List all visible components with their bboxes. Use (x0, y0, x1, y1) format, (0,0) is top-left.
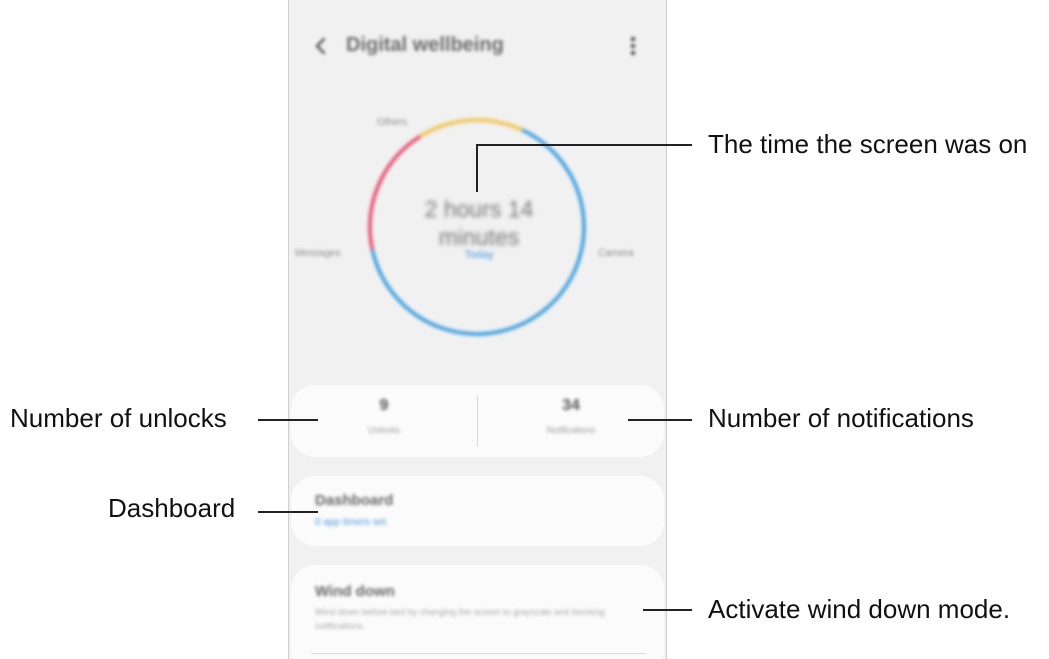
notifications-label: Notifications (546, 425, 596, 435)
messages-label: Messages (295, 248, 341, 259)
more-options-button[interactable] (621, 34, 645, 58)
stats-card: 9 Unlocks 34 Notifications (291, 385, 664, 457)
callout-wind-down: Activate wind down mode. (708, 594, 1011, 624)
dashboard-card[interactable]: Dashboard 0 app timers set (291, 476, 664, 546)
callout-line-unlocks (258, 419, 318, 421)
wind-down-card[interactable]: Wind down Wind down before bed by changi… (291, 565, 664, 659)
dashboard-title: Dashboard (315, 492, 394, 509)
callout-dashboard: Dashboard (108, 493, 236, 523)
screen-time-value: 2 hours 14 minutes (424, 196, 534, 250)
unlocks-count: 9 (379, 397, 389, 414)
callout-notifications: Number of notifications (708, 403, 974, 433)
callout-line-screen-time-h (476, 144, 692, 146)
chevron-left-icon (316, 38, 325, 54)
unlocks-stat[interactable]: 9 Unlocks (291, 397, 477, 435)
unlocks-label: Unlocks (367, 425, 400, 435)
callout-line-dashboard (258, 511, 318, 513)
callout-unlocks: Number of unlocks (10, 403, 227, 433)
callout-line-wind-down (643, 609, 692, 611)
callout-line-notifications (628, 419, 692, 421)
period-link[interactable]: Today (439, 249, 519, 261)
phone-screen: Digital wellbeing Others Messages Camera… (288, 0, 667, 659)
divider (311, 653, 646, 654)
callout-line-screen-time (476, 144, 478, 192)
others-segment (419, 118, 524, 138)
wind-down-description: Wind down before bed by changing the scr… (315, 607, 605, 631)
callout-screen-time: The time the screen was on (708, 129, 1028, 159)
back-button[interactable] (309, 34, 333, 58)
camera-label: Camera (598, 248, 634, 259)
app-bar: Digital wellbeing (289, 20, 666, 72)
more-vert-icon (631, 37, 635, 55)
others-label: Others (377, 117, 408, 128)
dashboard-subtitle: 0 app timers set (315, 517, 387, 528)
wind-down-title: Wind down (315, 583, 395, 600)
notifications-count: 34 (562, 397, 580, 414)
page-title: Digital wellbeing (346, 34, 504, 56)
usage-chart[interactable]: Others Messages Camera 2 hours 14 minute… (289, 100, 666, 360)
notifications-stat[interactable]: 34 Notifications (478, 397, 664, 435)
